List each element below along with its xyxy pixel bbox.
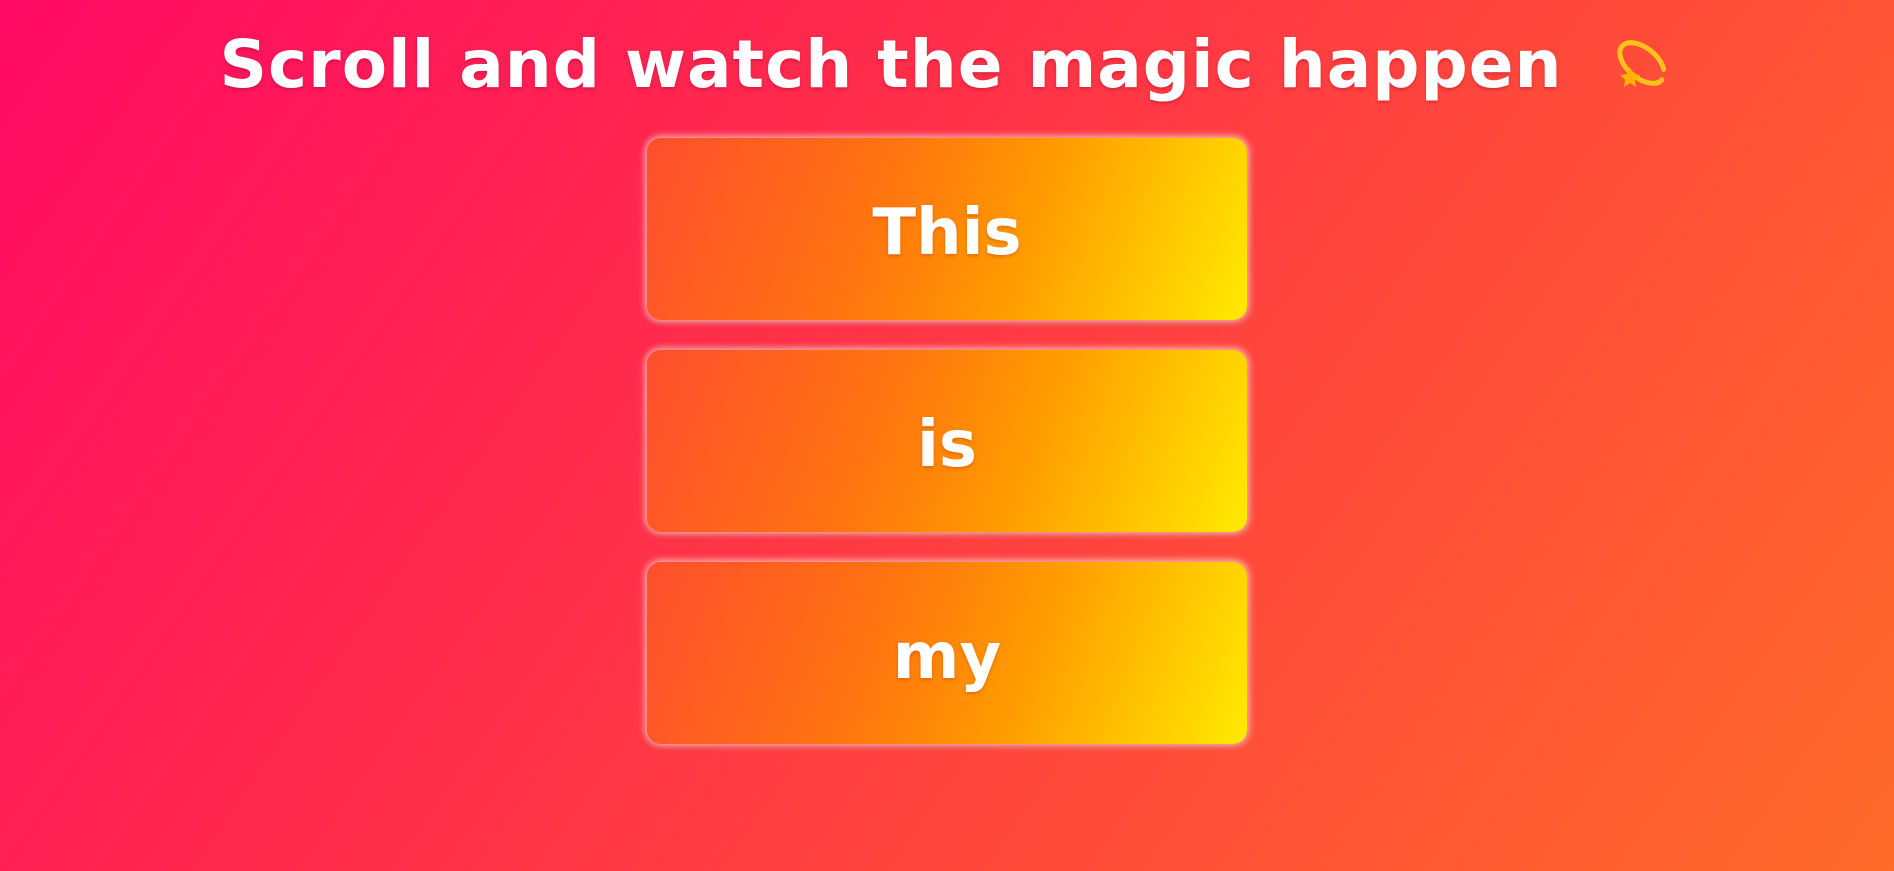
card-list: This is my xyxy=(647,138,1249,774)
card-is: is xyxy=(647,350,1247,532)
dizzy-star-icon xyxy=(1602,27,1674,99)
card-label: my xyxy=(892,620,1002,694)
card-this: This xyxy=(647,138,1247,320)
card-label: is xyxy=(916,408,978,482)
page-title-text: Scroll and watch the magic happen xyxy=(219,26,1563,104)
card-label: This xyxy=(872,196,1022,270)
page-title: Scroll and watch the magic happen xyxy=(0,22,1894,103)
card-my: my xyxy=(647,562,1247,744)
